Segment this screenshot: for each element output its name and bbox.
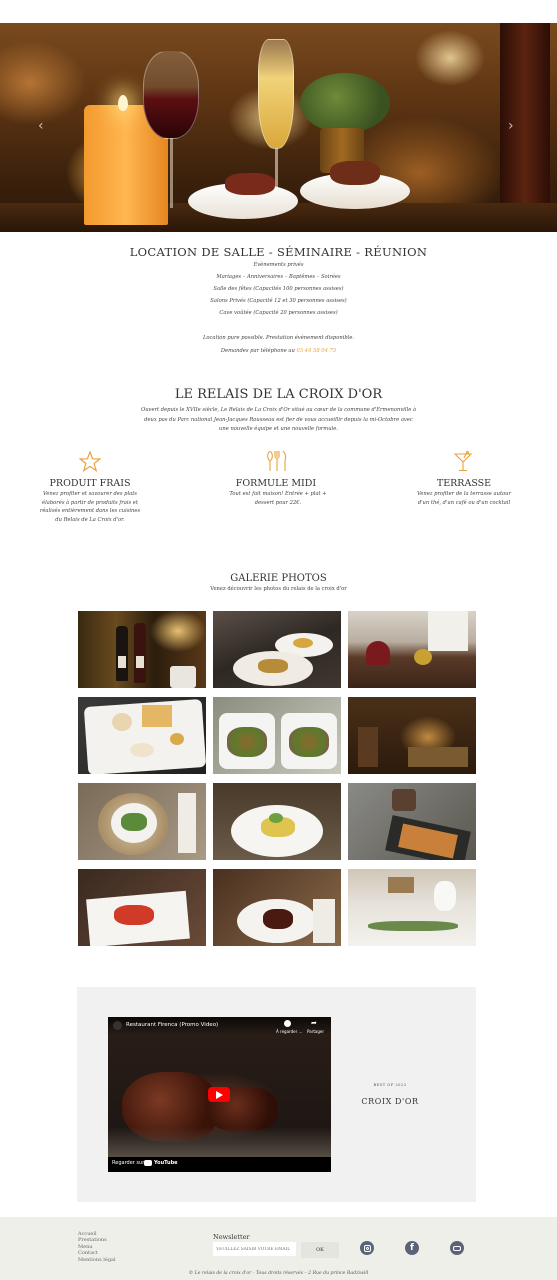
gallery-photo-tart-dish[interactable] bbox=[348, 783, 476, 860]
star-icon bbox=[79, 451, 101, 472]
gallery-photo-fish-dish[interactable] bbox=[213, 783, 341, 860]
share-icon[interactable]: ➦ bbox=[311, 1019, 317, 1027]
feature-text-2: Tout est fait maison! Entrée + plat + de… bbox=[229, 491, 327, 506]
gallery-photo-table-setting[interactable] bbox=[348, 869, 476, 946]
youtube-icon[interactable] bbox=[450, 1241, 464, 1255]
location-line-2: Mariages – Anniversaires – Baptêmes – So… bbox=[216, 274, 341, 280]
watch-on-label[interactable]: Regarder sur bbox=[112, 1160, 144, 1166]
share-label[interactable]: Partager bbox=[307, 1029, 324, 1034]
plant bbox=[300, 73, 390, 133]
slider-next-arrow[interactable]: › bbox=[508, 118, 514, 134]
gallery-photo-green-salad[interactable] bbox=[78, 783, 206, 860]
feature-title-1: PRODUIT FRAIS bbox=[49, 478, 131, 489]
gallery-photo-dish-plating[interactable] bbox=[213, 611, 341, 688]
gallery-subtitle: Venez découvrir les photos du relais de … bbox=[210, 586, 347, 592]
copyright: © Le relais de la croix d'or - Tous droi… bbox=[188, 1271, 369, 1276]
footer-links: Accueil Prestations Menu Contact Mention… bbox=[78, 1231, 116, 1263]
appetizer-food-2 bbox=[330, 161, 380, 185]
gallery-photo-carpaccio[interactable] bbox=[78, 869, 206, 946]
gallery-photo-restaurant-interior[interactable] bbox=[348, 697, 476, 774]
hero-slider[interactable]: ‹ › bbox=[0, 23, 557, 232]
instagram-icon[interactable] bbox=[360, 1241, 374, 1255]
gallery-photo-wine-bottles[interactable] bbox=[78, 611, 206, 688]
appetizer-food bbox=[225, 173, 275, 195]
about-title: LE RELAIS DE LA CROIX D'OR bbox=[174, 387, 383, 402]
champagne-flute bbox=[258, 39, 294, 149]
location-line-4: Salons Privés (Capacité 12 et 30 personn… bbox=[210, 298, 347, 304]
location-line-3: Salle des fêtes (Capacités 100 personnes… bbox=[213, 286, 344, 292]
location-extra: Location pure possible. Prestation évène… bbox=[202, 335, 355, 341]
youtube-logo-icon[interactable] bbox=[144, 1160, 152, 1166]
award-label: BEST OF 2022 bbox=[373, 1083, 407, 1087]
channel-avatar bbox=[113, 1021, 122, 1030]
play-button[interactable] bbox=[208, 1087, 230, 1102]
video-title[interactable]: Restaurant Firenca (Promo Video) bbox=[126, 1022, 218, 1028]
feature-title-2: FORMULE MIDI bbox=[235, 478, 317, 489]
feature-text-1: Venez profiter et savourer des plats éla… bbox=[39, 491, 141, 523]
award-name: CROIX D'OR bbox=[361, 1097, 419, 1106]
phone-prefix: Demandes par téléphone au bbox=[220, 348, 295, 354]
newsletter-ok-button[interactable]: OK bbox=[301, 1242, 339, 1258]
gallery-photo-plated-dessert[interactable] bbox=[78, 697, 206, 774]
gallery-photo-dining-room[interactable] bbox=[348, 611, 476, 688]
candle-flame bbox=[118, 95, 128, 111]
facebook-icon[interactable]: f bbox=[405, 1241, 419, 1255]
gallery-photo-meat-dish[interactable] bbox=[213, 869, 341, 946]
newsletter-email-input[interactable] bbox=[213, 1242, 296, 1256]
gallery-title: GALERIE PHOTOS bbox=[230, 573, 327, 584]
location-line-1: Évènements privés bbox=[253, 262, 304, 268]
slider-prev-arrow[interactable]: ‹ bbox=[38, 118, 44, 134]
wine-glass bbox=[143, 51, 199, 139]
location-line-5: Cave voûtée (Capacité 20 personnes assis… bbox=[219, 310, 338, 316]
location-phone-line: Demandes par téléphone au 03 44 58 04 75 bbox=[0, 348, 557, 354]
feature-title-3: TERRASSE bbox=[436, 478, 492, 489]
cutlery-icon bbox=[266, 450, 288, 472]
location-title: LOCATION DE SALLE - SÉMINAIRE - RÉUNION bbox=[129, 245, 428, 259]
youtube-video-player[interactable]: Restaurant Firenca (Promo Video) À regar… bbox=[108, 1017, 331, 1172]
newsletter-title: Newsletter bbox=[213, 1233, 250, 1241]
youtube-label[interactable]: YouTube bbox=[154, 1160, 178, 1166]
wooden-post bbox=[500, 23, 550, 203]
phone-link[interactable]: 03 44 58 04 75 bbox=[297, 348, 337, 354]
watch-later-label[interactable]: À regarder ... bbox=[276, 1029, 302, 1034]
clock-icon[interactable] bbox=[284, 1020, 291, 1027]
footer-link-mentions[interactable]: Mentions légal bbox=[78, 1257, 116, 1263]
feature-text-3: Venez profiter de la terrasse autour d'u… bbox=[417, 491, 511, 506]
cocktail-icon bbox=[453, 451, 473, 472]
about-text: Ouvert depuis le XVIIe siècle, Le Relais… bbox=[140, 407, 417, 432]
wine-glass-stem bbox=[170, 138, 173, 208]
gallery-photo-salad-boats[interactable] bbox=[213, 697, 341, 774]
